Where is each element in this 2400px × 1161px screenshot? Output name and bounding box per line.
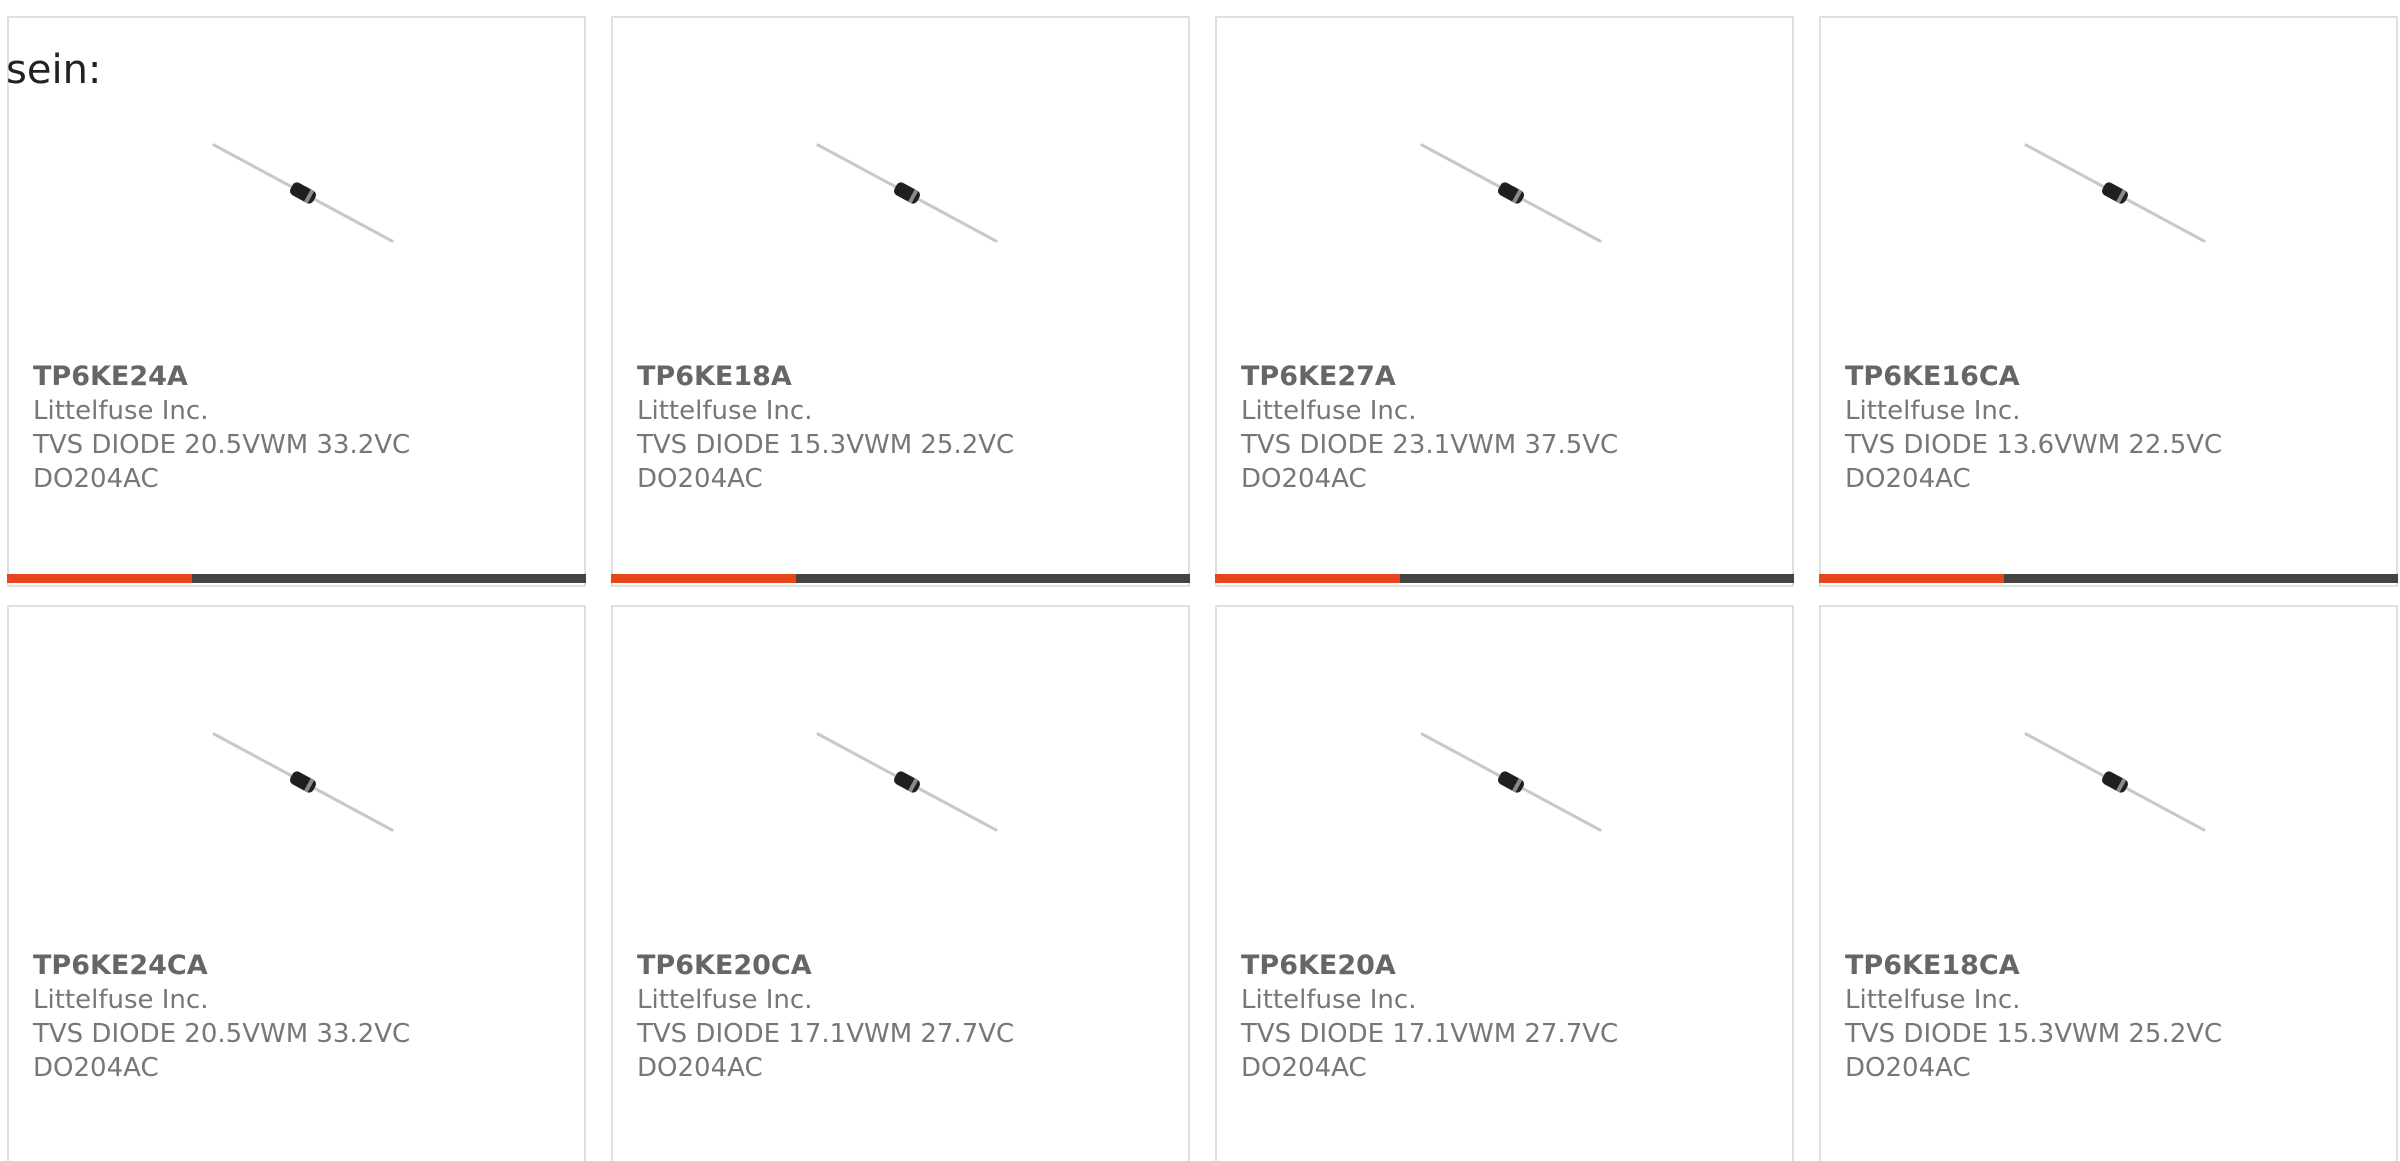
page: sein: TP6KE24A Littelfuse Inc. TVS DIODE 2… [0,0,2400,1161]
package-type: DO204AC [637,464,763,494]
manufacturer-name: Littelfuse Inc. [637,985,813,1015]
product-card[interactable]: TP6KE24CA Littelfuse Inc. TVS DIODE 20.5VW… [7,605,586,1161]
part-number[interactable]: TP6KE20A [1241,949,1776,983]
product-card[interactable]: TP6KE16CA Littelfuse Inc. TVS DIODE 13.6VW… [1819,16,2398,587]
part-number[interactable]: TP6KE18CA [1845,949,2380,983]
package-type: DO204AC [1241,464,1367,494]
progress-bar-fill [7,574,193,583]
intro-text: sein: [6,47,102,93]
product-card[interactable]: TP6KE20CA Littelfuse Inc. TVS DIODE 17.1VW… [611,605,1190,1161]
part-number[interactable]: TP6KE27A [1241,360,1776,394]
product-description: TVS DIODE 23.1VWM 37.5VC [1241,430,1619,460]
product-info: TP6KE18CA Littelfuse Inc. TVS DIODE 15.3VW… [1845,949,2380,1085]
manufacturer-name: Littelfuse Inc. [33,396,209,426]
product-info: TP6KE24A Littelfuse Inc. TVS DIODE 20.5VWM… [33,360,568,496]
progress-bar-fill [1819,574,2005,583]
manufacturer-name: Littelfuse Inc. [1241,396,1417,426]
progress-bar [1819,574,2398,583]
axial-diode-icon[interactable] [2006,123,2226,273]
part-number[interactable]: TP6KE24CA [33,949,568,983]
axial-diode-icon[interactable] [798,712,1018,862]
product-info: TP6KE24CA Littelfuse Inc. TVS DIODE 20.5VW… [33,949,568,1085]
axial-diode-icon[interactable] [1402,123,1622,273]
product-info: TP6KE20A Littelfuse Inc. TVS DIODE 17.1VWM… [1241,949,1776,1085]
progress-bar [7,574,586,583]
product-description: TVS DIODE 20.5VWM 33.2VC [33,1019,411,1049]
product-info: TP6KE18A Littelfuse Inc. TVS DIODE 15.3VWM… [637,360,1172,496]
axial-diode-icon[interactable] [1402,712,1622,862]
axial-diode-icon[interactable] [798,123,1018,273]
package-type: DO204AC [33,1053,159,1083]
product-card[interactable]: TP6KE18A Littelfuse Inc. TVS DIODE 15.3VWM… [611,16,1190,587]
package-type: DO204AC [1845,1053,1971,1083]
product-card[interactable]: TP6KE27A Littelfuse Inc. TVS DIODE 23.1VWM… [1215,16,1794,587]
product-description: TVS DIODE 15.3VWM 25.2VC [1845,1019,2223,1049]
part-number[interactable]: TP6KE24A [33,360,568,394]
product-grid: TP6KE24A Littelfuse Inc. TVS DIODE 20.5VWM… [7,16,2400,1161]
part-number[interactable]: TP6KE20CA [637,949,1172,983]
product-card[interactable]: TP6KE20A Littelfuse Inc. TVS DIODE 17.1VWM… [1215,605,1794,1161]
product-card[interactable]: TP6KE24A Littelfuse Inc. TVS DIODE 20.5VWM… [7,16,586,587]
manufacturer-name: Littelfuse Inc. [1845,396,2021,426]
product-description: TVS DIODE 15.3VWM 25.2VC [637,430,1015,460]
product-description: TVS DIODE 17.1VWM 27.7VC [1241,1019,1619,1049]
product-info: TP6KE20CA Littelfuse Inc. TVS DIODE 17.1VW… [637,949,1172,1085]
progress-bar [611,574,1190,583]
product-description: TVS DIODE 20.5VWM 33.2VC [33,430,411,460]
part-number[interactable]: TP6KE18A [637,360,1172,394]
package-type: DO204AC [637,1053,763,1083]
product-card[interactable]: TP6KE18CA Littelfuse Inc. TVS DIODE 15.3VW… [1819,605,2398,1161]
axial-diode-icon[interactable] [194,123,414,273]
progress-bar-fill [1215,574,1401,583]
product-description: TVS DIODE 17.1VWM 27.7VC [637,1019,1015,1049]
manufacturer-name: Littelfuse Inc. [1241,985,1417,1015]
product-description: TVS DIODE 13.6VWM 22.5VC [1845,430,2223,460]
manufacturer-name: Littelfuse Inc. [1845,985,2021,1015]
package-type: DO204AC [33,464,159,494]
part-number[interactable]: TP6KE16CA [1845,360,2380,394]
package-type: DO204AC [1241,1053,1367,1083]
package-type: DO204AC [1845,464,1971,494]
product-info: TP6KE16CA Littelfuse Inc. TVS DIODE 13.6VW… [1845,360,2380,496]
manufacturer-name: Littelfuse Inc. [637,396,813,426]
progress-bar [1215,574,1794,583]
product-info: TP6KE27A Littelfuse Inc. TVS DIODE 23.1VWM… [1241,360,1776,496]
axial-diode-icon[interactable] [2006,712,2226,862]
manufacturer-name: Littelfuse Inc. [33,985,209,1015]
axial-diode-icon[interactable] [194,712,414,862]
progress-bar-fill [611,574,797,583]
